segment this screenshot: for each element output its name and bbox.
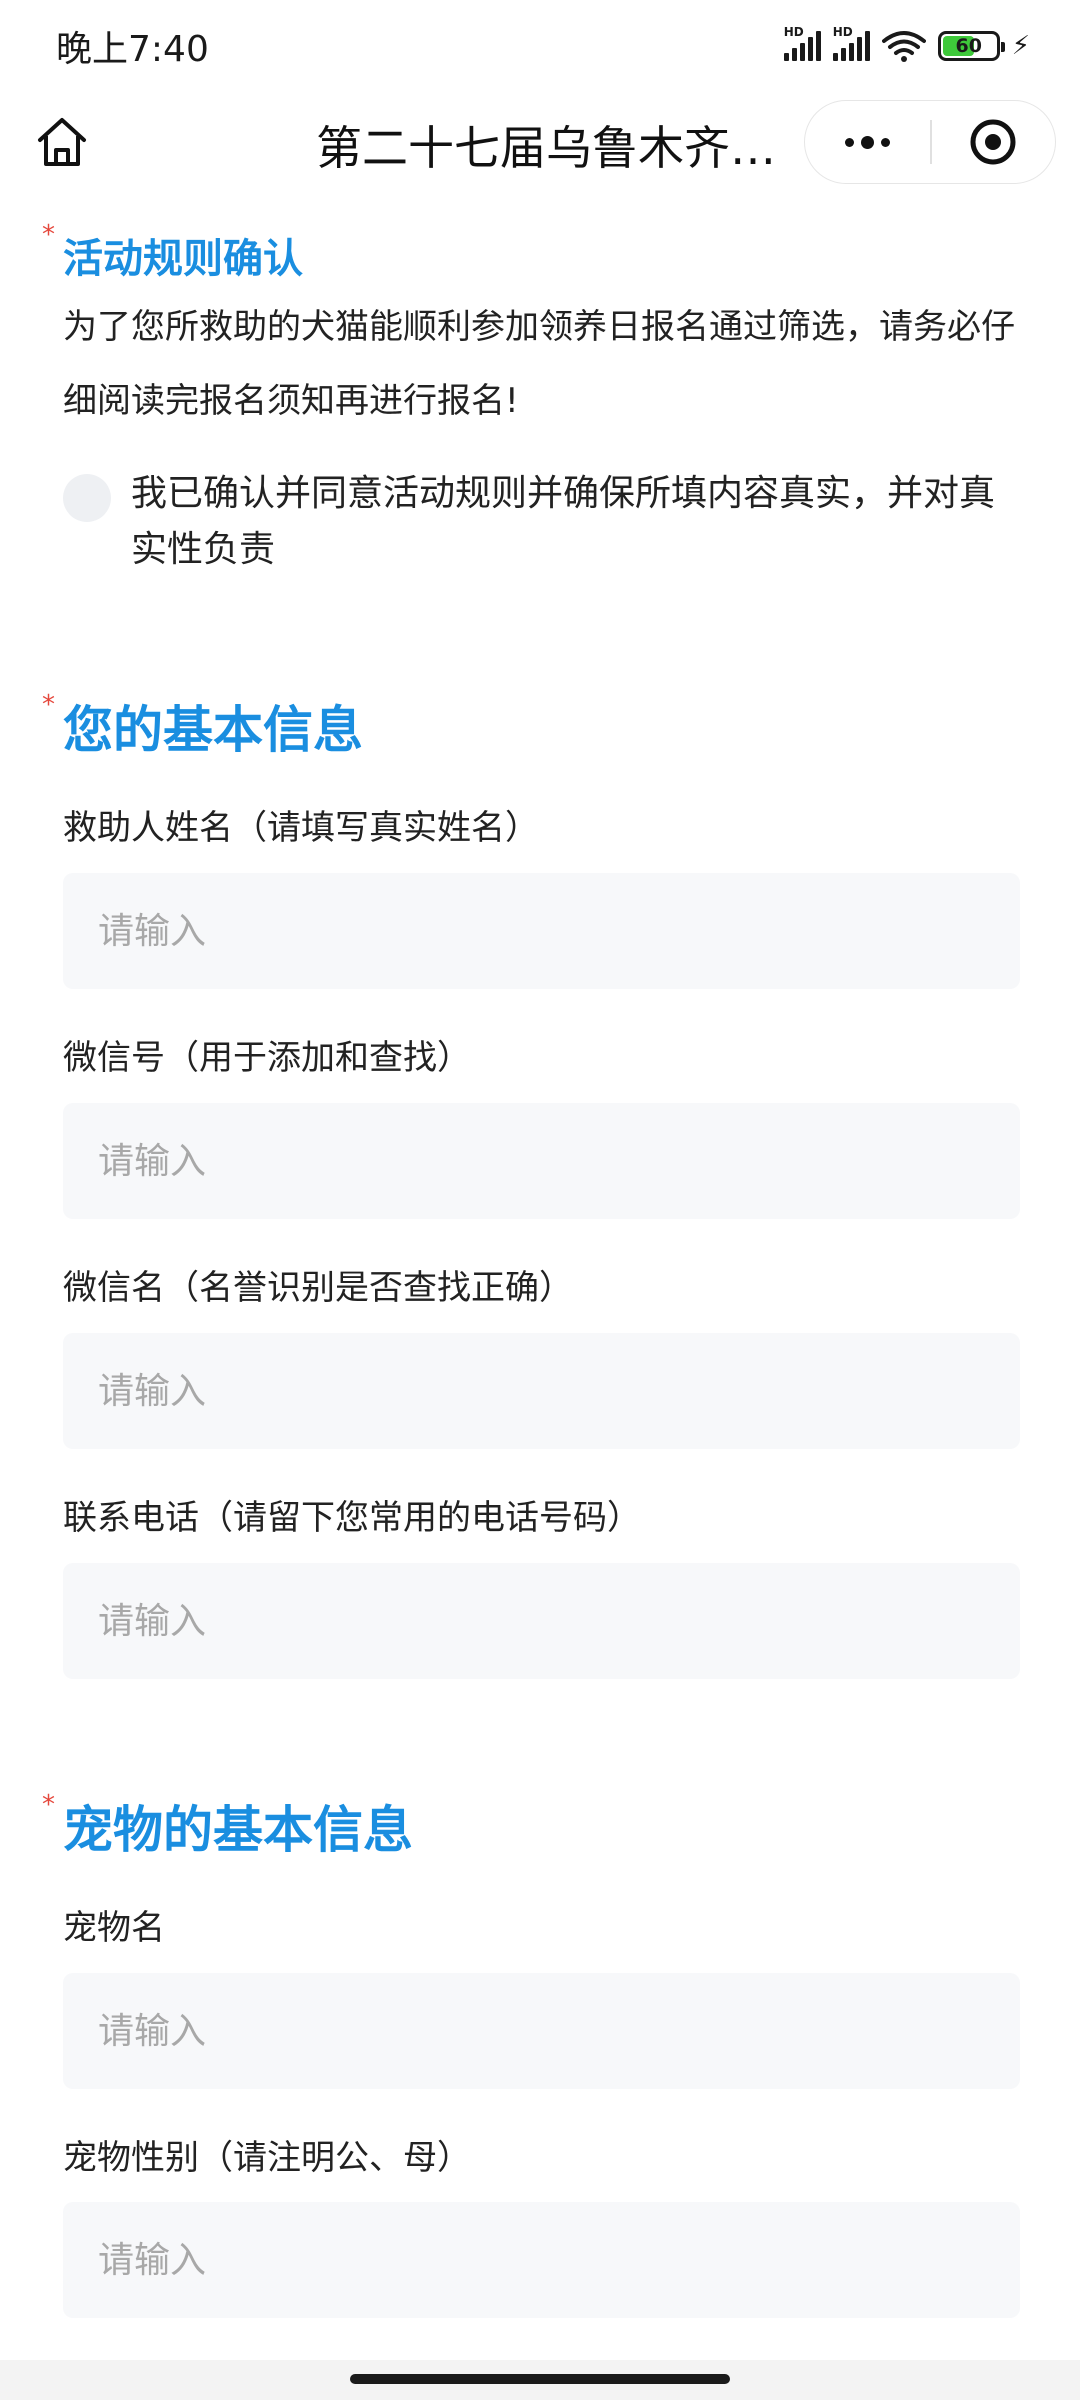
status-time: 晚上7:40 (56, 29, 209, 70)
required-mark: * (42, 220, 55, 250)
required-mark-pet: * (42, 1790, 55, 1820)
battery-level: 60 (955, 35, 982, 57)
more-dots-icon (845, 137, 854, 147)
mini-program-capsule (804, 100, 1056, 184)
pet-gender-input[interactable] (63, 2202, 1020, 2318)
wechat-id-input[interactable] (63, 1103, 1020, 1219)
signal-icon: HD (783, 25, 821, 61)
wechat-name-label: 微信名（名誉识别是否查找正确） (63, 1268, 573, 1308)
signal-hd-label: HD (783, 25, 804, 39)
pet-name-label: 宠物名 (63, 1908, 165, 1948)
rules-section-title: 活动规则确认 (63, 236, 303, 282)
agree-row[interactable]: 我已确认并同意活动规则并确保所填内容真实，并对真实性负责 (63, 466, 1023, 578)
home-indicator[interactable] (350, 2374, 730, 2384)
bolt-icon: ⚡ (1011, 31, 1030, 61)
status-bar: 晚上7:40 HD HD 60 ⚡ (0, 0, 1080, 92)
status-icons: HD HD 60 ⚡ (783, 25, 1030, 63)
nav-bar: 第二十七届乌鲁木齐… (0, 92, 1080, 192)
agree-radio[interactable] (63, 474, 111, 522)
agree-text: 我已确认并同意活动规则并确保所填内容真实，并对真实性负责 (131, 473, 996, 570)
phone-label: 联系电话（请留下您常用的电话号码） (63, 1498, 641, 1538)
target-close-icon (970, 119, 1016, 165)
home-icon (38, 118, 86, 166)
wechat-id-label: 微信号（用于添加和查找） (63, 1038, 471, 1078)
pet-name-input[interactable] (63, 1973, 1020, 2089)
rescuer-name-input[interactable] (63, 873, 1020, 989)
rules-description: 为了您所救助的犬猫能顺利参加领养日报名通过筛选，请务必仔细阅读完报名须知再进行报… (63, 307, 1015, 421)
home-button[interactable] (30, 110, 94, 174)
required-mark-basic: * (42, 690, 55, 720)
wechat-name-input[interactable] (63, 1333, 1020, 1449)
battery-icon: 60 (937, 31, 1005, 61)
basic-info-title: 您的基本信息 (63, 701, 363, 759)
signal-hd-label-2: HD (832, 25, 853, 39)
signal-icon-2: HD (832, 25, 870, 61)
more-button[interactable] (805, 101, 930, 183)
close-button[interactable] (932, 101, 1056, 183)
pet-gender-label: 宠物性别（请注明公、母） (63, 2138, 471, 2178)
wifi-icon (881, 31, 926, 62)
rescuer-name-label: 救助人姓名（请填写真实姓名） (63, 808, 539, 848)
page-title: 第二十七届乌鲁木齐… (316, 121, 776, 175)
phone-input[interactable] (63, 1563, 1020, 1679)
pet-info-title: 宠物的基本信息 (63, 1801, 413, 1859)
